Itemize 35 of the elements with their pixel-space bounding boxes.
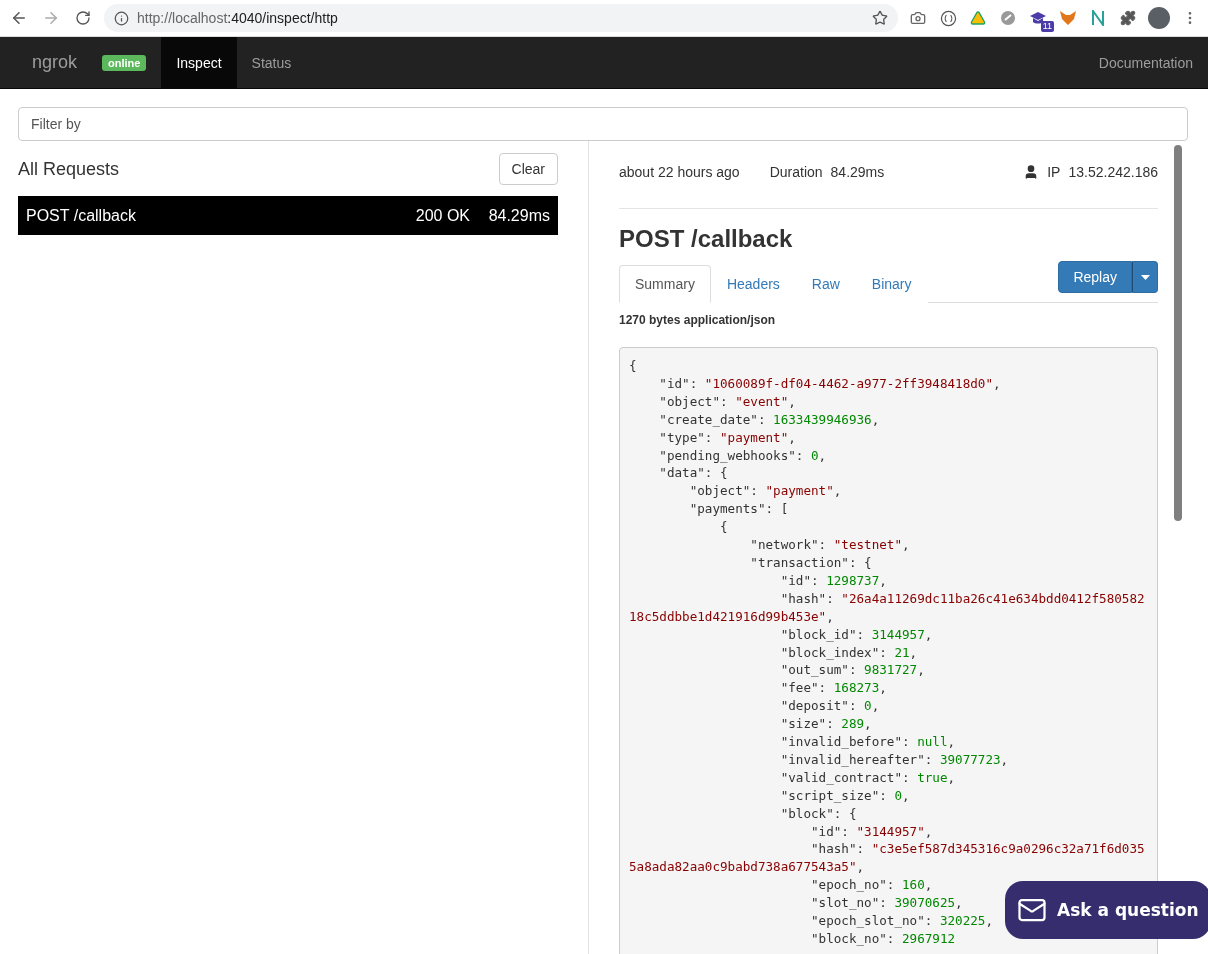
request-time: about 22 hours ago — [619, 163, 740, 180]
replay-button[interactable]: Replay — [1058, 261, 1132, 293]
nav-item[interactable]: Status — [236, 37, 307, 88]
ip-label: IP — [1047, 163, 1061, 180]
request-duration: 84.29ms — [487, 206, 550, 225]
avatar[interactable] — [1148, 7, 1170, 29]
status-badge: online — [102, 54, 147, 71]
star-icon[interactable] — [872, 10, 888, 26]
clear-button[interactable]: Clear — [498, 153, 558, 185]
filter-field[interactable]: Filter by — [18, 107, 1188, 141]
fox-icon[interactable] — [1058, 8, 1078, 28]
caret-icon — [1140, 274, 1150, 280]
triangle-icon[interactable] — [968, 8, 988, 28]
body-info: 1270 bytes application/json — [619, 313, 777, 327]
documentation-link[interactable]: Documentation — [1098, 37, 1193, 88]
address-bar[interactable]: http://localhost:4040/inspect/http — [104, 4, 898, 32]
request-title: POST /callback — [619, 225, 794, 253]
tab[interactable]: Summary — [619, 265, 711, 303]
request-status: 200 OK — [414, 206, 470, 225]
scrollbar[interactable] — [1174, 145, 1182, 521]
dropdown-caret-button[interactable] — [1132, 261, 1158, 293]
nav-item[interactable]: Inspect — [161, 37, 237, 88]
circle-icon[interactable] — [998, 8, 1018, 28]
puzzle-icon[interactable] — [1118, 8, 1138, 28]
ask-question-button[interactable]: Ask a question — [1005, 881, 1208, 939]
info-icon — [114, 10, 129, 26]
panel-title: All Requests — [18, 158, 120, 180]
request-row[interactable]: POST /callback 200 OK 84.29ms — [18, 196, 558, 235]
duration-value: 84.29ms — [830, 163, 885, 180]
ip-value: 13.52.242.186 — [1068, 163, 1158, 180]
braces-icon[interactable] — [938, 8, 958, 28]
duration-label: Duration — [769, 163, 823, 180]
extension-badge: 11 — [1040, 21, 1054, 32]
request-path: POST /callback — [26, 206, 137, 225]
brand-name[interactable]: ngrok — [17, 37, 93, 88]
